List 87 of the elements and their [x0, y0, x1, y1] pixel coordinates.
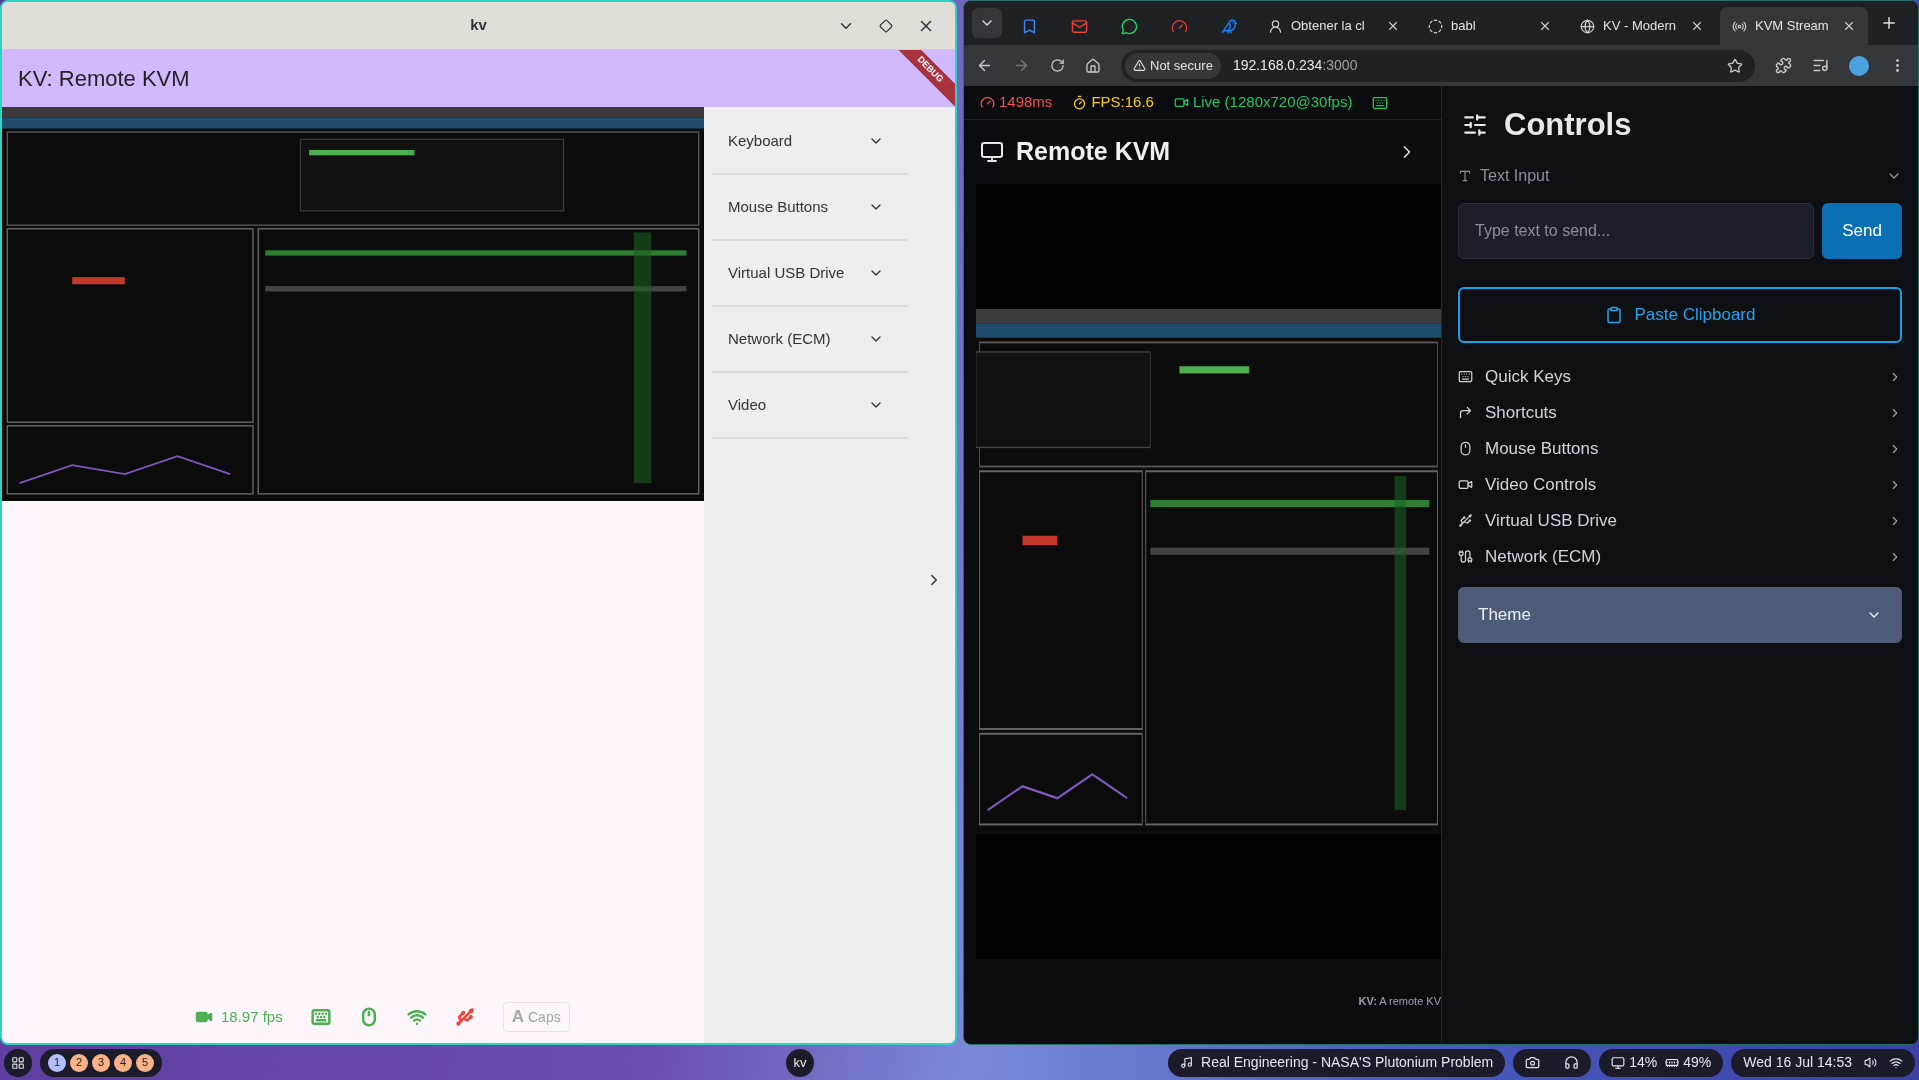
workspace-button[interactable]: 4 [114, 1053, 132, 1072]
back-icon[interactable] [976, 57, 993, 74]
accordion-item[interactable]: Mouse Buttons [712, 175, 908, 241]
extensions-icon[interactable] [1775, 57, 1792, 74]
section-header[interactable]: Text Input [1458, 160, 1902, 191]
menu-item[interactable]: Video Controls [1458, 466, 1902, 503]
app-launcher[interactable] [4, 1048, 32, 1077]
arrow-icon [1458, 405, 1473, 420]
cpu-usage: 14% [1629, 1053, 1658, 1072]
workspace-button[interactable]: 2 [70, 1053, 88, 1072]
volume-icon[interactable] [1864, 1056, 1877, 1069]
memory-usage: 49% [1683, 1053, 1712, 1072]
globe-icon [1580, 18, 1595, 34]
wifi-icon[interactable] [1889, 1055, 1903, 1070]
close-icon[interactable] [1538, 19, 1552, 33]
clipboard-icon [1604, 305, 1623, 324]
fps-label: 18.97 fps [221, 1006, 283, 1027]
media-control-icon[interactable] [1812, 57, 1829, 74]
bird-icon [1220, 17, 1238, 35]
monitor-icon [980, 140, 1004, 164]
keyboard-icon [1372, 94, 1389, 111]
security-chip[interactable]: Not secure [1125, 52, 1221, 79]
close-icon[interactable] [1386, 19, 1400, 33]
app-title: KV: Remote KVM [18, 65, 190, 93]
grid-icon [11, 1055, 25, 1070]
footer-text: KV: A remote KV [1358, 994, 1441, 1010]
warning-icon [1133, 59, 1146, 72]
keyboard-icon [1458, 369, 1473, 384]
accordion-item[interactable]: Virtual USB Drive [712, 241, 908, 307]
forward-icon[interactable] [1013, 57, 1030, 74]
fps-icon [1072, 95, 1088, 110]
monitor-icon [1611, 1055, 1626, 1070]
media-widget[interactable]: Real Engineering - NASA'S Plutonium Problem [1168, 1048, 1506, 1077]
menu-item[interactable]: Network (ECM) [1458, 538, 1902, 575]
sliders-icon [1462, 112, 1488, 139]
browser-tab[interactable]: babl [1416, 7, 1564, 45]
accordion-item[interactable]: Keyboard [712, 109, 908, 175]
send-button[interactable]: Send [1822, 202, 1902, 259]
mouse-icon [1458, 441, 1473, 456]
stat-label: FPS:16.6 [1091, 92, 1154, 113]
workspace-button[interactable]: 5 [136, 1053, 154, 1072]
tab-list-button[interactable] [972, 8, 1002, 38]
browser-tab[interactable]: KVM Stream [1720, 7, 1868, 45]
browser-tab[interactable]: Obtener la cl [1256, 7, 1412, 45]
stat-label: Live (1280x720@30fps) [1192, 92, 1353, 113]
maximize-icon[interactable] [879, 18, 893, 33]
live-icon [1173, 95, 1189, 110]
chat-bubble-icon [1120, 17, 1138, 35]
browser-tab[interactable]: KV - Modern [1568, 7, 1716, 45]
page-title: Remote KVM [1016, 136, 1171, 168]
window-title: kv [470, 15, 487, 36]
latency-icon [980, 95, 995, 110]
headphones-icon[interactable] [1564, 1055, 1580, 1070]
person-icon [1268, 18, 1283, 34]
video-camera-icon [1458, 477, 1473, 492]
panel-title: Controls [1504, 106, 1632, 144]
gauge-icon [1170, 17, 1188, 35]
dashed-circle-icon [1428, 18, 1443, 34]
clock-text: Wed 16 Jul 14:53 [1743, 1053, 1852, 1072]
cable-icon [1458, 549, 1473, 564]
mail-icon [1070, 17, 1088, 35]
accordion-item[interactable]: Video [712, 373, 908, 439]
workspace-button[interactable]: 3 [92, 1053, 110, 1072]
close-icon[interactable] [1690, 19, 1704, 33]
close-icon[interactable] [1842, 19, 1856, 33]
menu-item[interactable]: Shortcuts [1458, 394, 1902, 431]
menu-item[interactable]: Mouse Buttons [1458, 430, 1902, 467]
stat-label: 1498ms [999, 92, 1053, 113]
home-icon[interactable] [1085, 57, 1101, 74]
window-button[interactable]: kv [786, 1048, 815, 1077]
new-tab-icon[interactable] [1880, 14, 1898, 32]
profile-avatar[interactable] [1849, 55, 1869, 76]
url-text: 192.168.0.234:3000 [1232, 56, 1358, 75]
workspace-button[interactable]: 1 [48, 1053, 66, 1072]
camera-icon[interactable] [1525, 1055, 1541, 1070]
menu-item[interactable]: Virtual USB Drive [1458, 502, 1902, 539]
address-bar[interactable]: Not secure 192.168.0.234:3000 [1121, 49, 1755, 82]
text-size-icon [1458, 168, 1472, 183]
accordion-item[interactable]: Network (ECM) [712, 307, 908, 373]
paste-clipboard-button[interactable]: Paste Clipboard [1458, 286, 1902, 343]
menu-item[interactable]: Quick Keys [1458, 358, 1902, 395]
theme-dropdown[interactable]: Theme [1458, 586, 1902, 643]
music-note-icon [1180, 1056, 1194, 1069]
reload-icon[interactable] [1050, 58, 1065, 73]
usb-icon [1458, 513, 1473, 528]
text-input-field[interactable]: Type text to send... [1458, 202, 1814, 259]
bookmark-star-icon[interactable] [1727, 57, 1743, 74]
